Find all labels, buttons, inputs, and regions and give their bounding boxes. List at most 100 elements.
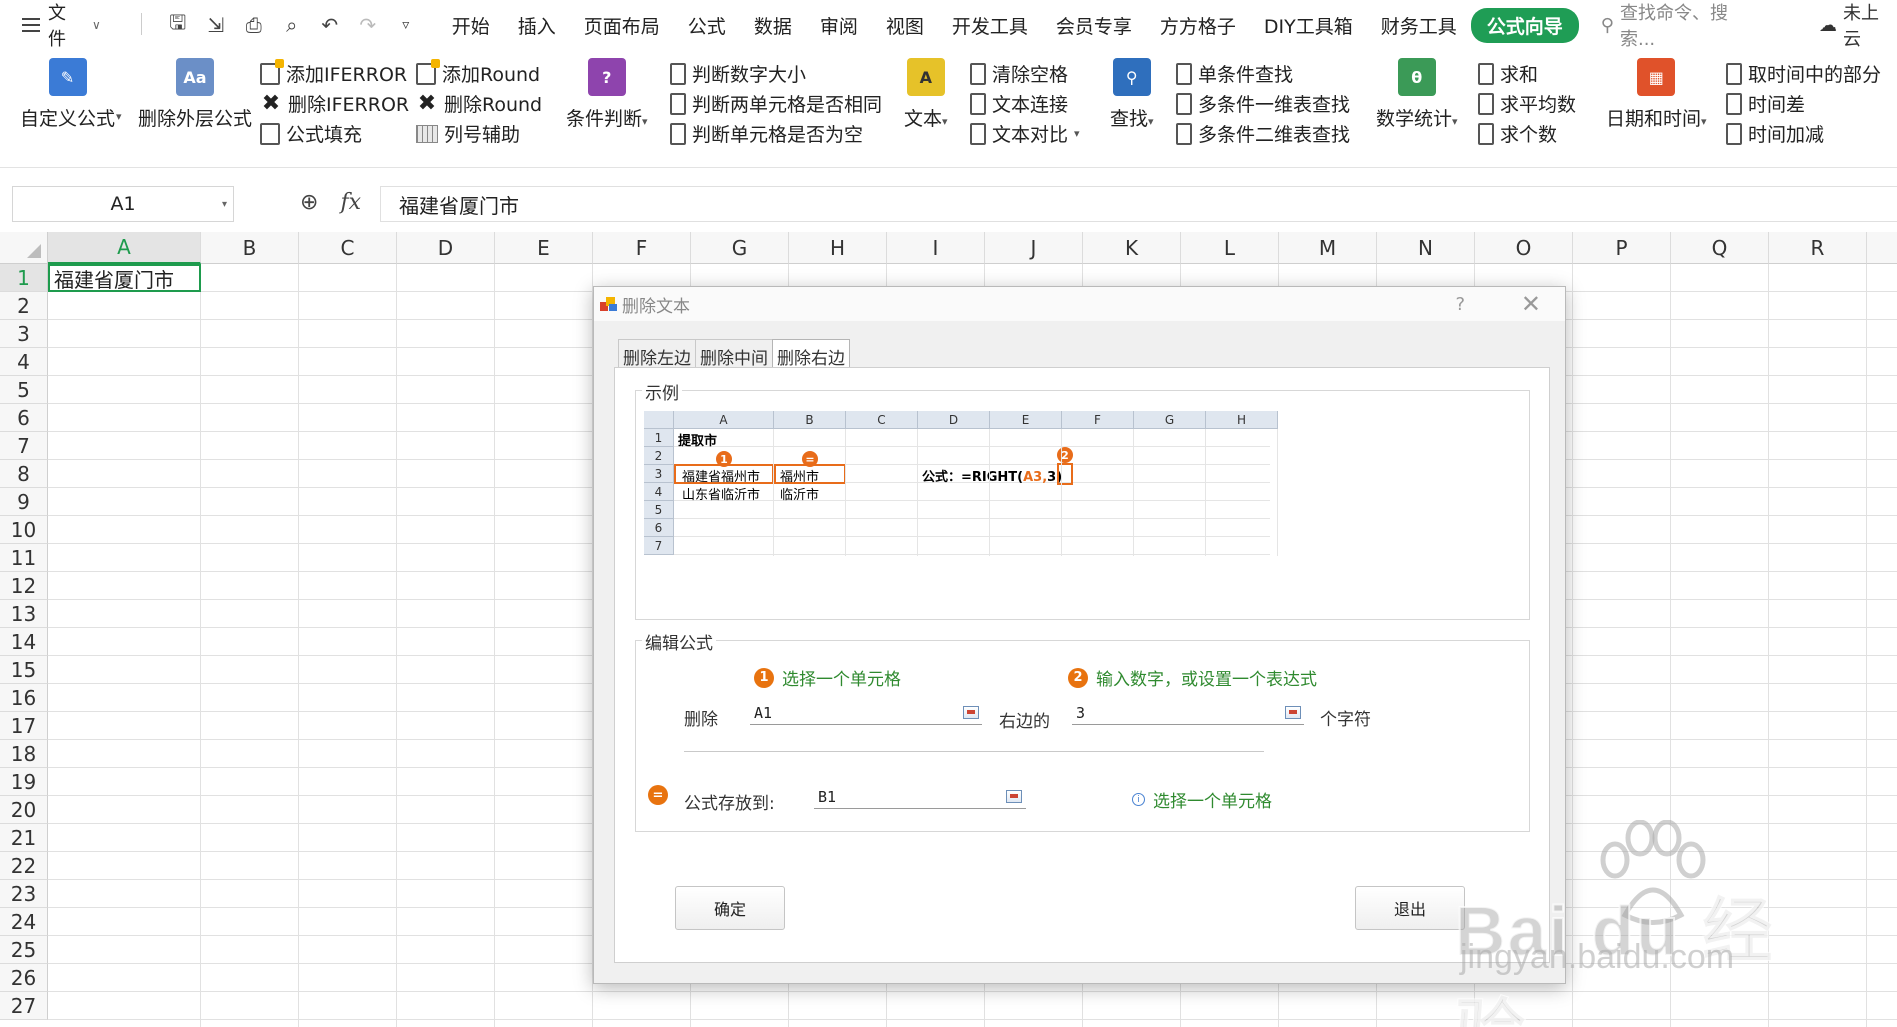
column-header-s[interactable]: S bbox=[1867, 232, 1897, 264]
tab-view[interactable]: 视图 bbox=[872, 12, 938, 39]
row-header-10[interactable]: 10 bbox=[0, 516, 48, 544]
row-header-3[interactable]: 3 bbox=[0, 320, 48, 348]
column-header-n[interactable]: N bbox=[1377, 232, 1475, 264]
row-header-20[interactable]: 20 bbox=[0, 796, 48, 824]
redo-icon[interactable]: ↷ bbox=[356, 13, 380, 37]
column-header-l[interactable]: L bbox=[1181, 232, 1279, 264]
single-find-button[interactable]: 单条件查找 bbox=[1176, 60, 1293, 87]
dialog-title-bar[interactable]: 删除文本 ? ✕ bbox=[594, 287, 1565, 321]
tab-home[interactable]: 开始 bbox=[438, 12, 504, 39]
count-button[interactable]: 求个数 bbox=[1478, 120, 1557, 147]
row-header-14[interactable]: 14 bbox=[0, 628, 48, 656]
row-header-9[interactable]: 9 bbox=[0, 488, 48, 516]
save-icon[interactable]: 🖫 bbox=[166, 10, 190, 37]
average-button[interactable]: 求平均数 bbox=[1478, 90, 1576, 117]
tab-finance-tools[interactable]: 财务工具 bbox=[1367, 12, 1471, 39]
find-button[interactable]: ⚲ 查找▾ bbox=[1110, 58, 1154, 131]
tab-fangfang[interactable]: 方方格子 bbox=[1146, 12, 1250, 39]
delete-iferror-button[interactable]: ✖ 删除IFERROR bbox=[260, 90, 409, 117]
column-header-i[interactable]: I bbox=[887, 232, 985, 264]
formula-input[interactable]: 福建省厦门市 bbox=[380, 186, 1897, 222]
tab-review[interactable]: 审阅 bbox=[806, 12, 872, 39]
zoom-formula-icon[interactable]: ⊕ bbox=[300, 190, 318, 215]
select-all-corner[interactable] bbox=[0, 232, 48, 264]
row-header-26[interactable]: 26 bbox=[0, 964, 48, 992]
fx-icon[interactable]: fx bbox=[340, 190, 361, 215]
column-header-k[interactable]: K bbox=[1083, 232, 1181, 264]
column-header-b[interactable]: B bbox=[201, 232, 299, 264]
delete-round-button[interactable]: ✖ 删除Round bbox=[416, 90, 542, 117]
row-header-22[interactable]: 22 bbox=[0, 852, 48, 880]
name-box[interactable]: A1 ▾ bbox=[12, 186, 234, 222]
column-header-h[interactable]: H bbox=[789, 232, 887, 264]
tab-diy-toolbox[interactable]: DIY工具箱 bbox=[1250, 12, 1367, 39]
expression-picker-icon[interactable] bbox=[1285, 706, 1301, 719]
add-round-button[interactable]: 添加Round bbox=[416, 58, 540, 87]
help-icon[interactable]: ? bbox=[1455, 294, 1465, 315]
row-header-5[interactable]: 5 bbox=[0, 376, 48, 404]
close-icon[interactable]: ✕ bbox=[1521, 292, 1541, 316]
row-header-1[interactable]: 1 bbox=[0, 264, 48, 292]
column-header-f[interactable]: F bbox=[593, 232, 691, 264]
row-header-7[interactable]: 7 bbox=[0, 432, 48, 460]
row-header-11[interactable]: 11 bbox=[0, 544, 48, 572]
column-header-o[interactable]: O bbox=[1475, 232, 1573, 264]
row-header-8[interactable]: 8 bbox=[0, 460, 48, 488]
cloud-status[interactable]: ☁ 未上云 bbox=[1819, 0, 1897, 51]
exit-button[interactable]: 退出 bbox=[1355, 886, 1465, 930]
ok-button[interactable]: 确定 bbox=[675, 886, 785, 930]
condition-button[interactable]: ? 条件判断▾ bbox=[566, 58, 648, 131]
char-count-input[interactable]: 3 bbox=[1072, 701, 1304, 725]
time-add-button[interactable]: 时间加减 bbox=[1726, 120, 1824, 147]
tab-formulas[interactable]: 公式 bbox=[674, 12, 740, 39]
column-header-q[interactable]: Q bbox=[1671, 232, 1769, 264]
print-icon[interactable]: ⎙ bbox=[242, 13, 266, 37]
formula-fill-button[interactable]: 公式填充 bbox=[260, 120, 362, 147]
multi-2d-find-button[interactable]: 多条件二维表查找 bbox=[1176, 120, 1350, 147]
cell-a1[interactable]: 福建省厦门市 bbox=[48, 264, 201, 292]
cell-ref-input[interactable]: A1 bbox=[750, 701, 982, 725]
math-stats-button[interactable]: θ 数学统计▾ bbox=[1376, 58, 1458, 131]
tab-formula-wizard[interactable]: 公式向导 bbox=[1470, 7, 1579, 43]
row-header-18[interactable]: 18 bbox=[0, 740, 48, 768]
column-header-a[interactable]: A bbox=[48, 232, 201, 264]
time-part-button[interactable]: 取时间中的部分 bbox=[1726, 60, 1881, 87]
column-header-d[interactable]: D bbox=[397, 232, 495, 264]
column-header-g[interactable]: G bbox=[691, 232, 789, 264]
column-helper-button[interactable]: 列号辅助 bbox=[416, 120, 520, 147]
tab-page-layout[interactable]: 页面布局 bbox=[570, 12, 674, 39]
tab-insert[interactable]: 插入 bbox=[504, 12, 570, 39]
file-menu[interactable]: 文件 ∨ bbox=[22, 0, 101, 51]
datetime-button[interactable]: ▦ 日期和时间▾ bbox=[1606, 58, 1707, 131]
text-join-button[interactable]: 文本连接 bbox=[970, 90, 1068, 117]
add-iferror-button[interactable]: 添加IFERROR bbox=[260, 58, 407, 87]
row-header-15[interactable]: 15 bbox=[0, 656, 48, 684]
judge-empty-button[interactable]: 判断单元格是否为空 bbox=[670, 120, 863, 147]
judge-number-size-button[interactable]: 判断数字大小 bbox=[670, 60, 806, 87]
column-header-r[interactable]: R bbox=[1769, 232, 1867, 264]
judge-same-button[interactable]: 判断两单元格是否相同 bbox=[670, 90, 882, 117]
customize-icon[interactable]: ▿ bbox=[394, 13, 418, 37]
column-header-j[interactable]: J bbox=[985, 232, 1083, 264]
command-search[interactable]: ⚲ 查找命令、搜索... bbox=[1601, 0, 1763, 51]
row-header-13[interactable]: 13 bbox=[0, 600, 48, 628]
cell-picker-icon[interactable] bbox=[963, 706, 979, 719]
chevron-down-icon[interactable]: ▾ bbox=[116, 110, 122, 123]
row-header-4[interactable]: 4 bbox=[0, 348, 48, 376]
clear-space-button[interactable]: 清除空格 bbox=[970, 60, 1068, 87]
column-header-m[interactable]: M bbox=[1279, 232, 1377, 264]
row-header-24[interactable]: 24 bbox=[0, 908, 48, 936]
row-header-25[interactable]: 25 bbox=[0, 936, 48, 964]
tab-member[interactable]: 会员专享 bbox=[1042, 12, 1146, 39]
tab-developer[interactable]: 开发工具 bbox=[938, 12, 1042, 39]
tab-data[interactable]: 数据 bbox=[740, 12, 806, 39]
row-header-17[interactable]: 17 bbox=[0, 712, 48, 740]
row-header-23[interactable]: 23 bbox=[0, 880, 48, 908]
text-compare-button[interactable]: 文本对比 ▾ bbox=[970, 120, 1080, 147]
custom-formula-button[interactable]: ✎ 自定义公式 bbox=[20, 58, 115, 131]
row-header-16[interactable]: 16 bbox=[0, 684, 48, 712]
sum-button[interactable]: 求和 bbox=[1478, 60, 1538, 87]
undo-icon[interactable]: ↶ bbox=[318, 13, 342, 37]
remove-outer-formula-button[interactable]: Aa 删除外层公式 bbox=[138, 58, 252, 131]
export-icon[interactable]: ⇲ bbox=[204, 13, 228, 37]
